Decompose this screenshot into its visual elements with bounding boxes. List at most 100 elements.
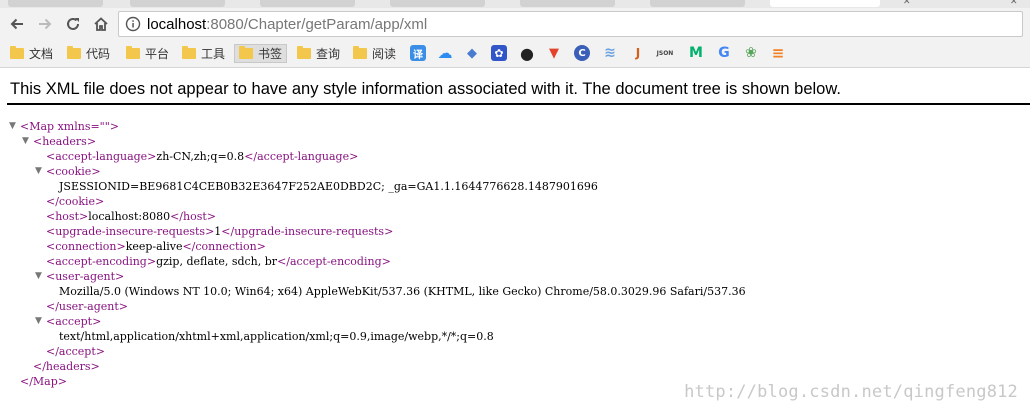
xml-line-content: <cookie> [46, 164, 101, 179]
xml-open-tag: <accept-language> [46, 150, 157, 163]
browser-tab[interactable] [390, 0, 485, 7]
reload-button[interactable] [62, 13, 84, 35]
browser-tab[interactable] [130, 0, 225, 7]
bookmark-label: 文档 [29, 47, 54, 61]
xml-text: keep-alive [125, 240, 183, 253]
xml-open-tag: <headers> [33, 135, 97, 148]
bookmark-label: 平台 [145, 47, 170, 61]
xml-line-content: </user-agent> [46, 299, 128, 314]
browser-tab[interactable] [8, 0, 103, 7]
bookmark-label: 书签 [258, 47, 283, 61]
xml-open-tag: <host> [46, 210, 89, 223]
browser-tab-active[interactable] [770, 0, 880, 7]
home-button[interactable] [90, 13, 112, 35]
info-icon[interactable] [125, 16, 141, 32]
xml-line-content: Mozilla/5.0 (Windows NT 10.0; Win64; x64… [59, 284, 746, 299]
collapse-triangle-icon[interactable]: ▼ [35, 269, 45, 284]
json-icon[interactable]: JSON [657, 45, 674, 61]
close-tab-icon[interactable]: ✕ [1010, 0, 1018, 7]
folder-icon [353, 46, 367, 59]
folder-icon [297, 46, 311, 59]
java-icon[interactable]: J [630, 45, 646, 61]
xml-line-content: <accept-language>zh-CN,zh;q=0.8</accept-… [46, 149, 358, 164]
xml-close-tag: </connection> [182, 240, 266, 253]
xml-line-content: <accept> [46, 314, 101, 329]
xml-line-content: JSESSIONID=BE9681C4CEB0B32E3647F252AE0DB… [59, 179, 598, 194]
browser-tab[interactable] [520, 0, 615, 7]
home-icon [94, 17, 108, 31]
github-icon[interactable]: ● [519, 44, 535, 63]
bookmark-folder-bookmarks[interactable]: 书签 [234, 44, 288, 63]
bookmark-label: 代码 [86, 47, 111, 61]
stackoverflow-icon[interactable]: ≡ [770, 44, 786, 62]
url-path: :8080/Chapter/getParam/app/xml [206, 16, 428, 33]
xml-close-tag: </accept-encoding> [277, 255, 391, 268]
folder-icon [10, 46, 24, 59]
xml-text: text/html,application/xhtml+xml,applicat… [59, 330, 494, 343]
xml-line-content: <connection>keep-alive</connection> [46, 239, 266, 254]
browser-tab[interactable] [260, 0, 355, 7]
xml-text: localhost:8080 [88, 210, 171, 223]
browser-tab[interactable] [650, 0, 745, 7]
xml-open-tag: <accept> [46, 315, 102, 328]
url-text[interactable]: localhost:8080/Chapter/getParam/app/xml [147, 16, 427, 33]
page-content: This XML file does not appear to have an… [0, 68, 1030, 412]
xml-text: zh-CN,zh;q=0.8 [156, 150, 245, 163]
xml-line-content: <user-agent> [46, 269, 124, 284]
xml-close-tag: </headers> [33, 360, 100, 373]
xml-line-content: </cookie> [46, 194, 104, 209]
bookmark-folder-docs[interactable]: 文档 [10, 44, 53, 63]
xml-close-tag: </cookie> [46, 195, 105, 208]
xml-line-content: </accept> [46, 344, 105, 359]
bookmark-folder-platform[interactable]: 平台 [126, 44, 169, 63]
folder-icon [239, 46, 253, 59]
xml-line-content: text/html,application/xhtml+xml,applicat… [59, 329, 494, 344]
xml-open-tag: <Map xmlns=""> [20, 120, 120, 133]
forward-arrow-icon [39, 18, 52, 30]
layers-icon[interactable]: ◆ [464, 45, 480, 61]
url-host: localhost [147, 16, 207, 33]
bookmark-folder-code[interactable]: 代码 [67, 44, 110, 63]
stack-icon[interactable]: ≋ [602, 45, 618, 61]
xml-line-content: <host>localhost:8080</host> [46, 209, 216, 224]
xml-line-content: </Map> [20, 374, 67, 389]
bookmark-folder-reading[interactable]: 阅读 [353, 44, 396, 63]
address-bar[interactable]: localhost:8080/Chapter/getParam/app/xml [118, 11, 1023, 37]
cloud-icon[interactable]: ☁ [437, 44, 453, 62]
divider [7, 103, 1030, 105]
paw-icon[interactable]: ✿ [491, 45, 507, 61]
c-logo-icon[interactable]: C [574, 45, 590, 61]
back-button[interactable] [6, 13, 28, 35]
xml-style-notice: This XML file does not appear to have an… [10, 80, 841, 98]
xml-close-tag: </upgrade-insecure-requests> [221, 225, 394, 238]
xml-open-tag: <connection> [46, 240, 126, 253]
folder-icon [67, 46, 81, 59]
folder-icon [182, 46, 196, 59]
collapse-triangle-icon[interactable]: ▼ [35, 164, 45, 179]
xml-line-content: <accept-encoding>gzip, deflate, sdch, br… [46, 254, 391, 269]
xml-text: gzip, deflate, sdch, br [156, 255, 278, 268]
m-logo-icon[interactable]: M [688, 45, 704, 61]
bookmark-folder-search[interactable]: 查询 [297, 44, 340, 63]
collapse-triangle-icon[interactable]: ▼ [9, 119, 19, 134]
bookmark-folder-tools[interactable]: 工具 [182, 44, 225, 63]
xml-text: JSESSIONID=BE9681C4CEB0B32E3647F252AE0DB… [59, 180, 598, 193]
browser-toolbar: localhost:8080/Chapter/getParam/app/xml [0, 8, 1030, 40]
bookmark-label: 查询 [316, 47, 341, 61]
xml-line-content: <headers> [33, 134, 96, 149]
close-tab-icon[interactable]: ✕ [903, 0, 911, 7]
folder-icon [126, 46, 140, 59]
translate-icon[interactable]: 译 [410, 45, 426, 61]
collapse-triangle-icon[interactable]: ▼ [22, 134, 32, 149]
gitlab-icon[interactable]: ▼ [546, 45, 562, 61]
xml-close-tag: </user-agent> [46, 300, 128, 313]
watermark: http://blog.csdn.net/qingfeng812 [684, 382, 1018, 402]
xml-line-content: <upgrade-insecure-requests>1</upgrade-in… [46, 224, 393, 239]
bookmark-label: 工具 [201, 47, 226, 61]
forward-button[interactable] [34, 13, 56, 35]
google-icon[interactable]: G [716, 45, 732, 61]
collapse-triangle-icon[interactable]: ▼ [35, 314, 45, 329]
xml-line-content: </headers> [33, 359, 100, 374]
leaf-icon[interactable]: ❀ [743, 45, 759, 61]
xml-line-content: <Map xmlns=""> [20, 119, 119, 134]
